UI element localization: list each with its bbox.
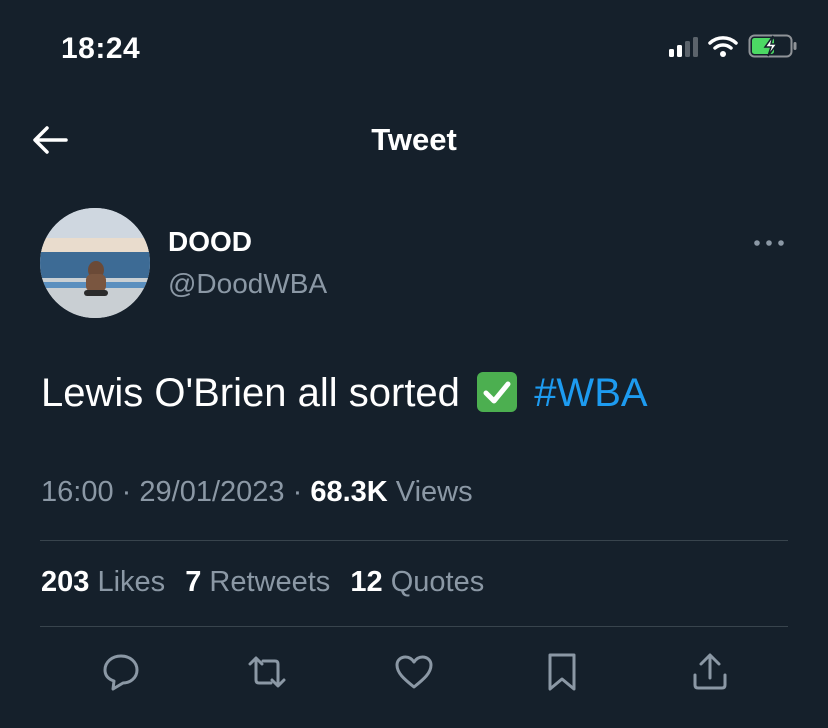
retweets-label: Retweets [209, 566, 331, 598]
likes-stat[interactable]: 203 Likes [41, 566, 173, 598]
like-icon[interactable] [392, 650, 436, 694]
share-icon[interactable] [688, 650, 732, 694]
author-handle[interactable]: @DoodWBA [168, 268, 327, 300]
tweet-body: Lewis O'Brien all sorted [41, 371, 460, 415]
tweet-detail-screen: 18:24 Tweet DOOD @DoodWBA Lewis O'Brien … [0, 0, 828, 728]
meta-separator: · [292, 476, 303, 508]
likes-label: Likes [97, 566, 166, 598]
divider [40, 626, 788, 627]
author-avatar[interactable] [40, 208, 150, 318]
hashtag-link[interactable]: #WBA [534, 371, 647, 415]
quotes-count: 12 [350, 566, 383, 598]
bookmark-icon[interactable] [540, 650, 584, 694]
quotes-label: Quotes [390, 566, 485, 598]
status-icons [669, 34, 798, 58]
tweet-meta: 16:00 · 29/01/2023 · 68.3K Views [41, 476, 473, 509]
retweets-count: 7 [185, 566, 202, 598]
cellular-signal-icon [669, 35, 698, 57]
more-options-icon[interactable] [752, 236, 786, 250]
tweet-date: 29/01/2023 [139, 476, 285, 508]
status-time: 18:24 [61, 32, 141, 65]
tweet-text: Lewis O'Brien all sorted #WBA [41, 368, 648, 418]
views-label: Views [395, 476, 473, 508]
views-count[interactable]: 68.3K [310, 476, 387, 508]
author-name[interactable]: DOOD [168, 226, 252, 258]
check-mark-emoji-icon [477, 372, 518, 412]
tweet-time: 16:00 [41, 476, 114, 508]
action-bar [0, 650, 828, 694]
retweets-stat[interactable]: 7 Retweets [185, 566, 338, 598]
divider [40, 540, 788, 541]
page-title: Tweet [371, 122, 457, 157]
engagement-stats: 203 Likes 7 Retweets 12 Quotes [41, 566, 496, 599]
meta-separator: · [121, 476, 132, 508]
likes-count: 203 [41, 566, 90, 598]
wifi-icon [708, 35, 738, 57]
battery-charging-icon [748, 34, 798, 58]
reply-icon[interactable] [99, 650, 143, 694]
retweet-icon[interactable] [245, 650, 289, 694]
quotes-stat[interactable]: 12 Quotes [350, 566, 484, 598]
